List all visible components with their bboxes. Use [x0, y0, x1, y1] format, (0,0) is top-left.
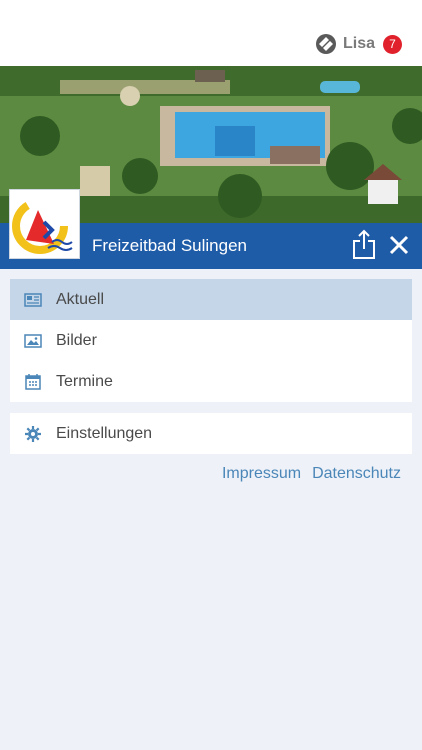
menu-label-termine: Termine	[56, 372, 113, 390]
newspaper-icon	[24, 292, 42, 308]
menu-item-termine[interactable]: Termine	[10, 361, 412, 402]
main-menu: Aktuell Bilder Termine	[10, 279, 412, 402]
menu-item-einstellungen[interactable]: Einstellungen	[10, 413, 412, 454]
venue-title: Freizeitbad Sulingen	[92, 236, 247, 255]
gear-icon	[24, 425, 42, 442]
image-icon	[24, 333, 42, 349]
datenschutz-link[interactable]: Datenschutz	[312, 465, 401, 483]
user-area[interactable]: Lisa 7	[315, 33, 402, 55]
footer-links: Impressum Datenschutz	[222, 465, 401, 483]
calendar-icon	[24, 373, 42, 390]
impressum-link[interactable]: Impressum	[222, 465, 301, 483]
app-logo-icon	[315, 34, 336, 54]
user-name[interactable]: Lisa	[343, 35, 375, 53]
menu-item-bilder[interactable]: Bilder	[10, 320, 412, 361]
notification-badge[interactable]: 7	[383, 34, 402, 54]
menu-label-bilder: Bilder	[56, 331, 97, 349]
menu-label-aktuell: Aktuell	[56, 290, 105, 308]
share-icon[interactable]	[350, 229, 378, 261]
menu-label-einstellungen: Einstellungen	[56, 424, 153, 442]
menu-item-aktuell[interactable]: Aktuell	[10, 279, 412, 320]
venue-logo	[10, 190, 79, 258]
close-icon[interactable]	[388, 234, 410, 256]
top-bar: Lisa 7	[0, 0, 422, 66]
